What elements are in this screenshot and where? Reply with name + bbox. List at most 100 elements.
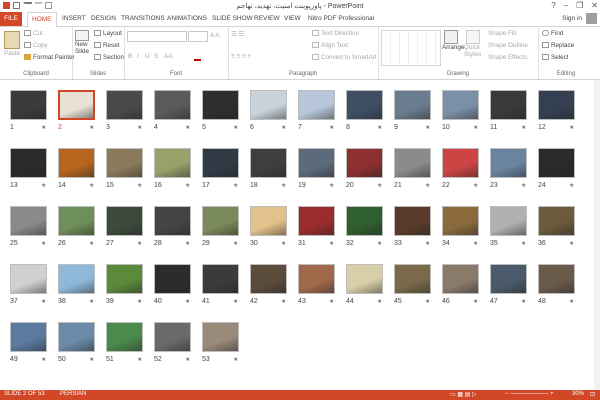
slide-transition-icon[interactable]: ★	[329, 124, 334, 131]
underline-button[interactable]: U	[145, 53, 150, 60]
slide-thumbnail[interactable]	[298, 90, 335, 120]
shape-fill-button[interactable]: Shape Fill	[488, 30, 516, 37]
slide-thumbnail[interactable]	[202, 322, 239, 352]
slide-transition-icon[interactable]: ★	[569, 240, 574, 247]
convert-smartart-button[interactable]: Convert to SmartArt	[312, 54, 377, 61]
find-button[interactable]: Find	[542, 30, 563, 37]
slide-thumbnail[interactable]	[202, 148, 239, 178]
slide-transition-icon[interactable]: ★	[521, 240, 526, 247]
tab-slide-show[interactable]: SLIDE SHOW	[212, 15, 253, 22]
tab-animations[interactable]: ANIMATIONS	[167, 15, 207, 22]
slide-transition-icon[interactable]: ★	[137, 356, 142, 363]
tab-home[interactable]: HOME	[27, 12, 57, 28]
slide-thumbnail[interactable]	[394, 264, 431, 294]
slide-transition-icon[interactable]: ★	[233, 182, 238, 189]
slide-thumbnail[interactable]	[394, 90, 431, 120]
tab-nitro-pdf[interactable]: Nitro PDF Professional	[308, 15, 374, 22]
slide-transition-icon[interactable]: ★	[473, 182, 478, 189]
slide-transition-icon[interactable]: ★	[569, 182, 574, 189]
font-color-button[interactable]	[194, 53, 203, 62]
slide-thumbnail[interactable]	[394, 148, 431, 178]
slide-thumbnail[interactable]	[490, 206, 527, 236]
text-direction-button[interactable]: Text Direction	[312, 30, 359, 37]
slide-thumbnail[interactable]	[106, 90, 143, 120]
slide-transition-icon[interactable]: ★	[377, 298, 382, 305]
slide-thumbnail[interactable]	[394, 206, 431, 236]
slide-thumbnail[interactable]	[250, 148, 287, 178]
slide-thumbnail[interactable]	[10, 206, 47, 236]
arrange-button[interactable]: Arrange	[442, 30, 464, 51]
slide-thumbnail[interactable]	[298, 148, 335, 178]
minimize-button[interactable]: –	[564, 1, 568, 10]
slide-thumbnail[interactable]	[58, 148, 95, 178]
slide-transition-icon[interactable]: ★	[89, 298, 94, 305]
slide-thumbnail[interactable]	[106, 148, 143, 178]
slide-transition-icon[interactable]: ★	[521, 298, 526, 305]
maximize-button[interactable]: ❐	[576, 1, 583, 10]
slide-thumbnail[interactable]	[346, 206, 383, 236]
slide-transition-icon[interactable]: ★	[425, 240, 430, 247]
slide-transition-icon[interactable]: ★	[185, 182, 190, 189]
slide-transition-icon[interactable]: ★	[233, 124, 238, 131]
slide-transition-icon[interactable]: ★	[569, 124, 574, 131]
bold-button[interactable]: B	[128, 53, 132, 60]
slide-transition-icon[interactable]: ★	[569, 298, 574, 305]
layout-button[interactable]: Layout	[94, 30, 122, 37]
slide-thumbnail[interactable]	[202, 206, 239, 236]
slide-transition-icon[interactable]: ★	[137, 240, 142, 247]
align-text-button[interactable]: Align Text	[312, 42, 348, 49]
slide-thumbnail[interactable]	[538, 206, 575, 236]
tab-review[interactable]: REVIEW	[254, 15, 280, 22]
slide-thumbnail[interactable]	[154, 148, 191, 178]
slide-transition-icon[interactable]: ★	[233, 356, 238, 363]
close-button[interactable]: ✕	[591, 1, 598, 10]
language-indicator[interactable]: PERSIAN	[60, 391, 86, 397]
zoom-level[interactable]: 30%	[572, 391, 584, 397]
slide-thumbnail[interactable]	[10, 90, 47, 120]
slide-transition-icon[interactable]: ★	[377, 182, 382, 189]
slide-thumbnail[interactable]	[538, 90, 575, 120]
tab-view[interactable]: VIEW	[284, 15, 301, 22]
slide-transition-icon[interactable]: ★	[41, 124, 46, 131]
slide-thumbnail[interactable]	[106, 206, 143, 236]
slide-thumbnail[interactable]	[58, 322, 95, 352]
italic-button[interactable]: I	[137, 53, 139, 60]
sign-in-link[interactable]: Sign in	[562, 15, 582, 22]
slide-transition-icon[interactable]: ★	[425, 298, 430, 305]
slide-thumbnail[interactable]	[490, 90, 527, 120]
zoom-slider[interactable]: − ───────── +	[505, 391, 554, 397]
slide-transition-icon[interactable]: ★	[89, 182, 94, 189]
slide-thumbnail[interactable]	[490, 148, 527, 178]
slide-thumbnail[interactable]	[58, 90, 95, 120]
slide-transition-icon[interactable]: ★	[281, 182, 286, 189]
cut-button[interactable]: Cut	[24, 30, 43, 37]
slide-thumbnail[interactable]	[154, 322, 191, 352]
section-button[interactable]: Section	[94, 54, 124, 61]
slide-transition-icon[interactable]: ★	[377, 240, 382, 247]
format-painter-button[interactable]: Format Painter	[24, 54, 75, 61]
font-size-combo[interactable]	[188, 31, 208, 42]
slide-thumbnail[interactable]	[10, 264, 47, 294]
help-button[interactable]: ?	[551, 1, 555, 10]
slide-thumbnail[interactable]	[346, 90, 383, 120]
slide-transition-icon[interactable]: ★	[185, 240, 190, 247]
view-buttons[interactable]: ▭ ▦ ▤ ▷	[450, 391, 477, 398]
shapes-gallery[interactable]	[381, 30, 441, 66]
slide-transition-icon[interactable]: ★	[41, 182, 46, 189]
slide-transition-icon[interactable]: ★	[185, 356, 190, 363]
slide-transition-icon[interactable]: ★	[281, 298, 286, 305]
slide-thumbnail[interactable]	[106, 264, 143, 294]
slide-transition-icon[interactable]: ★	[377, 124, 382, 131]
slide-transition-icon[interactable]: ★	[233, 298, 238, 305]
slide-transition-icon[interactable]: ★	[89, 124, 94, 131]
slide-transition-icon[interactable]: ★	[41, 356, 46, 363]
slide-thumbnail[interactable]	[538, 148, 575, 178]
slide-transition-icon[interactable]: ★	[233, 240, 238, 247]
shape-effects-button[interactable]: Shape Effects	[488, 54, 527, 61]
font-grow-button[interactable]: A A	[210, 32, 219, 39]
quick-styles-button[interactable]: Quick Styles	[464, 30, 484, 58]
slide-thumbnail[interactable]	[538, 264, 575, 294]
slide-thumbnail[interactable]	[58, 264, 95, 294]
new-slide-button[interactable]: New Slide	[75, 30, 93, 55]
slide-thumbnail[interactable]	[250, 264, 287, 294]
